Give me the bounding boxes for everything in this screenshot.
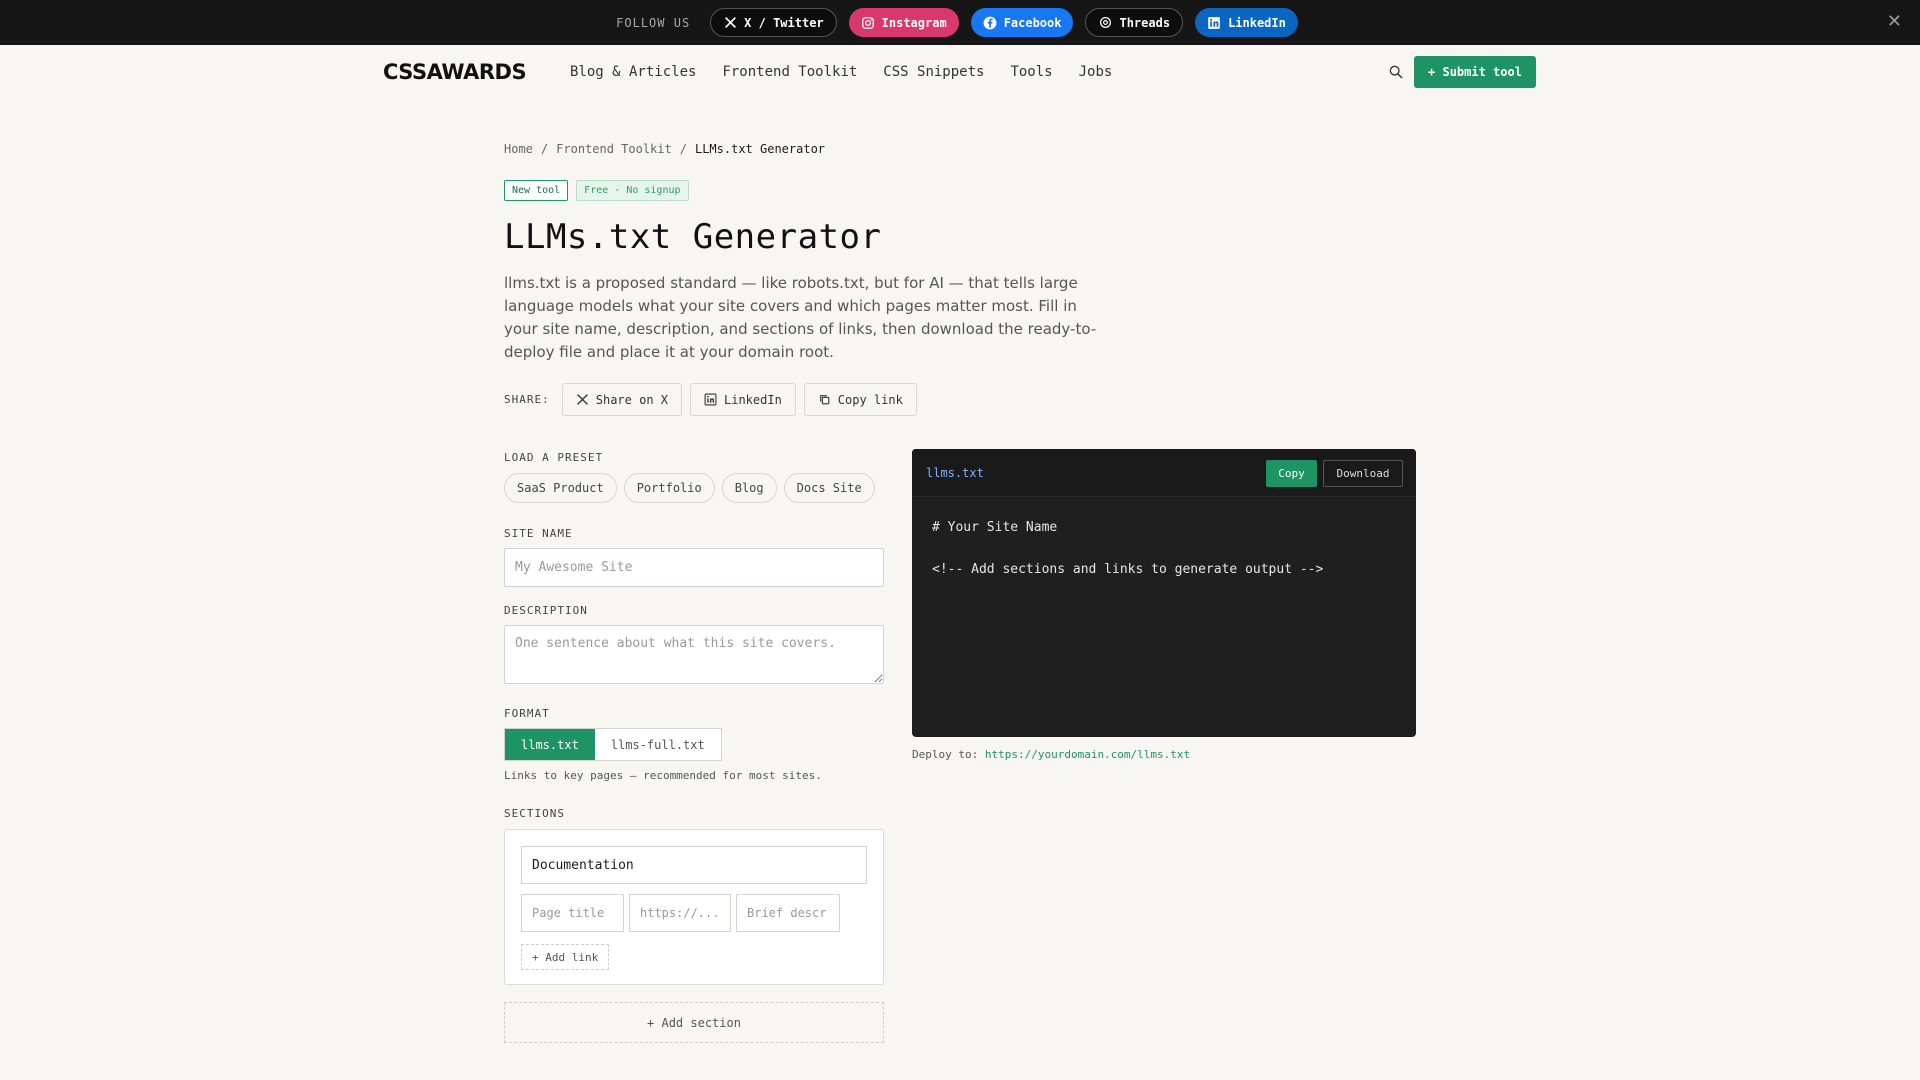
- threads-icon: [1098, 16, 1112, 30]
- page-title: LLMs.txt Generator: [504, 217, 882, 257]
- breadcrumb-home[interactable]: Home: [504, 142, 533, 156]
- site-logo[interactable]: CSSAWARDS: [383, 60, 527, 84]
- preset-docs-site[interactable]: Docs Site: [783, 473, 875, 503]
- site-name-input[interactable]: [504, 548, 884, 587]
- tool-badges: New tool Free · No signup: [504, 180, 689, 201]
- output-header: llms.txt Copy Download: [912, 449, 1416, 497]
- x-icon: [576, 393, 589, 406]
- format-toggle: llms.txt llms-full.txt: [504, 728, 722, 761]
- description-input[interactable]: [504, 625, 884, 684]
- linkedin-icon: [1207, 16, 1221, 30]
- copy-link-button[interactable]: Copy link: [803, 383, 917, 416]
- share-linkedin-button[interactable]: LinkedIn: [690, 383, 796, 416]
- sections-label: SECTIONS: [504, 807, 565, 820]
- section-name-input[interactable]: [521, 846, 867, 884]
- preset-label: LOAD A PRESET: [504, 451, 604, 464]
- instagram-icon: [861, 16, 875, 30]
- threads-label: Threads: [1119, 15, 1171, 30]
- facebook-button[interactable]: Facebook: [970, 8, 1074, 37]
- breadcrumb-current: LLMs.txt Generator: [694, 142, 826, 156]
- link-description-input[interactable]: [736, 894, 840, 932]
- nav-link-tools[interactable]: Tools: [1010, 64, 1052, 80]
- instagram-button[interactable]: Instagram: [848, 8, 959, 37]
- preset-saas-product[interactable]: SaaS Product: [504, 473, 617, 503]
- social-bar: FOLLOW US X / Twitter Instagram Facebook…: [0, 0, 1920, 45]
- main-nav: CSSAWARDS Blog & Articles Frontend Toolk…: [0, 45, 1920, 99]
- add-section-button[interactable]: + Add section: [504, 1002, 884, 1043]
- copy-icon: [818, 393, 831, 406]
- linkedin-icon: [704, 393, 717, 406]
- share-linkedin-label: LinkedIn: [724, 392, 782, 407]
- section-card: + Add link: [504, 829, 884, 985]
- breadcrumb-separator: /: [540, 142, 549, 156]
- submit-tool-button[interactable]: + Submit tool: [1414, 56, 1536, 88]
- add-link-button[interactable]: + Add link: [521, 944, 610, 970]
- new-tool-badge: New tool: [504, 180, 569, 201]
- preset-portfolio[interactable]: Portfolio: [623, 473, 715, 503]
- instagram-label: Instagram: [881, 15, 947, 30]
- follow-us-label: FOLLOW US: [616, 15, 691, 30]
- nav-link-blog[interactable]: Blog & Articles: [570, 64, 696, 80]
- link-row: [521, 894, 840, 932]
- format-option-llms-full-txt[interactable]: llms-full.txt: [594, 729, 721, 760]
- share-on-x-button[interactable]: Share on X: [561, 383, 682, 416]
- x-twitter-button[interactable]: X / Twitter: [710, 8, 837, 37]
- link-title-input[interactable]: [521, 894, 624, 932]
- close-icon[interactable]: ✕: [1887, 11, 1902, 32]
- format-note: Links to key pages — recommended for mos…: [504, 769, 822, 782]
- share-on-x-label: Share on X: [595, 392, 668, 407]
- deploy-line: Deploy to: https://yourdomain.com/llms.t…: [912, 748, 1190, 761]
- copy-button[interactable]: Copy: [1266, 460, 1317, 487]
- output-content: # Your Site Name <!-- Add sections and l…: [932, 520, 1324, 577]
- linkedin-button[interactable]: LinkedIn: [1195, 8, 1298, 37]
- preset-list: SaaS Product Portfolio Blog Docs Site: [504, 473, 875, 503]
- preset-blog[interactable]: Blog: [721, 473, 777, 503]
- output-panel: llms.txt Copy Download # Your Site Name …: [912, 449, 1416, 737]
- deploy-label: Deploy to:: [912, 748, 979, 761]
- output-filename: llms.txt: [926, 466, 984, 480]
- intro-text: llms.txt is a proposed standard — like r…: [504, 274, 1097, 361]
- share-label: SHARE:: [504, 393, 550, 406]
- search-icon[interactable]: [1388, 64, 1404, 80]
- format-label: FORMAT: [504, 707, 550, 720]
- copy-link-label: Copy link: [837, 392, 903, 407]
- link-url-input[interactable]: [629, 894, 731, 932]
- deploy-url-link[interactable]: https://yourdomain.com/llms.txt: [985, 748, 1190, 761]
- format-option-llms-txt[interactable]: llms.txt: [505, 729, 595, 760]
- breadcrumb-frontend-toolkit[interactable]: Frontend Toolkit: [556, 142, 672, 156]
- nav-links: Blog & Articles Frontend Toolkit CSS Sni…: [570, 64, 1138, 80]
- share-bar: SHARE: Share on X LinkedIn Copy link: [504, 383, 925, 416]
- linkedin-label: LinkedIn: [1228, 15, 1286, 30]
- site-name-label: SITE NAME: [504, 527, 573, 540]
- facebook-icon: [983, 16, 997, 30]
- x-icon: [723, 16, 737, 30]
- x-twitter-label: X / Twitter: [744, 15, 824, 30]
- download-button[interactable]: Download: [1323, 460, 1403, 487]
- facebook-label: Facebook: [1003, 15, 1062, 30]
- free-badge: Free · No signup: [576, 180, 689, 201]
- nav-link-frontend-toolkit[interactable]: Frontend Toolkit: [722, 64, 857, 80]
- nav-link-jobs[interactable]: Jobs: [1079, 64, 1113, 80]
- threads-button[interactable]: Threads: [1085, 8, 1184, 37]
- breadcrumb: Home / Frontend Toolkit / LLMs.txt Gener…: [504, 142, 825, 156]
- nav-link-css-snippets[interactable]: CSS Snippets: [883, 64, 984, 80]
- breadcrumb-separator: /: [679, 142, 687, 156]
- description-label: DESCRIPTION: [504, 604, 588, 617]
